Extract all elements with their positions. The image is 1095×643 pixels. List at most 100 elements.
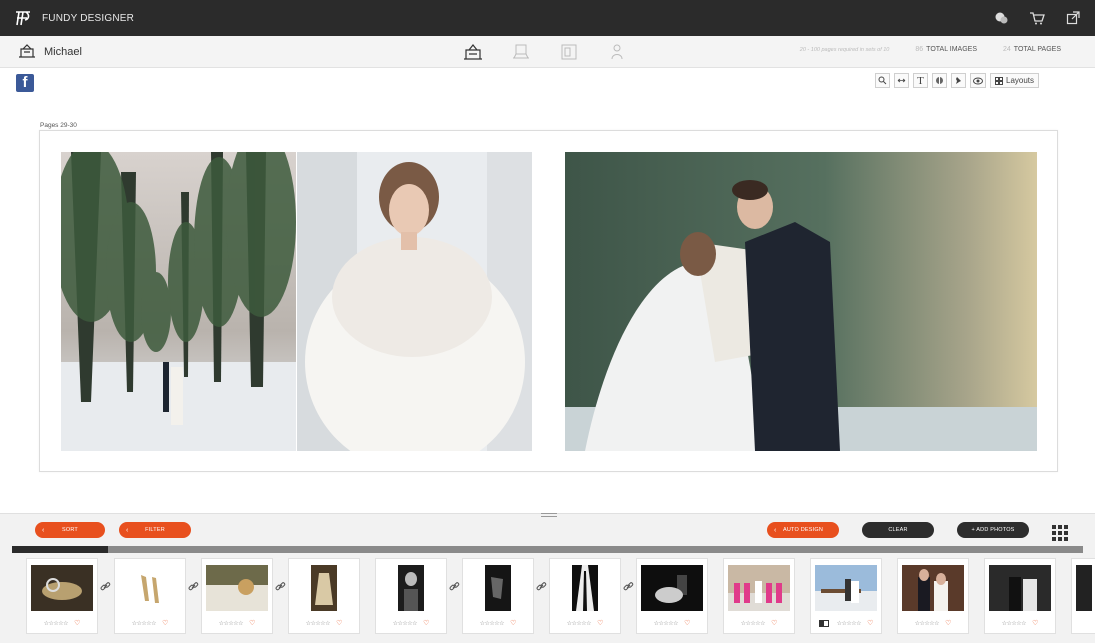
linked-images-icon [99,580,111,592]
thumbnail-image [902,565,964,611]
star-rating[interactable]: ☆☆☆☆☆ [741,620,766,627]
thumbnail-meta: ☆☆☆☆☆ ♡ [811,619,881,627]
zoom-tool-icon[interactable] [875,73,890,88]
spread-photo-forest[interactable] [61,152,296,451]
spread-toolbar: T Layouts [875,73,1040,88]
star-rating[interactable]: ☆☆☆☆☆ [44,620,69,627]
favorite-heart-icon[interactable]: ♡ [162,619,168,627]
preview-eye-icon[interactable] [970,73,986,88]
star-rating[interactable]: ☆☆☆☆☆ [132,620,157,627]
thumbnail-image [641,565,703,611]
text-tool-button[interactable]: T [913,73,928,88]
album-icon[interactable] [463,43,483,61]
thumbnail-rings[interactable]: ☆☆☆☆☆ ♡ [26,558,98,634]
star-rating[interactable]: ☆☆☆☆☆ [306,620,331,627]
chevron-left-icon: ‹ [126,526,129,534]
thumbnail-meta: ☆☆☆☆☆ ♡ [376,619,446,627]
spread-photo-bride[interactable] [297,152,532,451]
favorite-heart-icon[interactable]: ♡ [867,619,873,627]
thumbnail-couple-kiss[interactable]: ☆☆☆☆☆ ♡ [984,558,1056,634]
share-icon[interactable] [607,43,627,61]
star-rating[interactable]: ☆☆☆☆☆ [654,620,679,627]
thumbnail-image [293,565,355,611]
image-used-icon [818,619,829,627]
pin-tool-icon[interactable] [951,73,966,88]
total-pages: 24 TOTAL PAGES [1003,46,1061,53]
thumbnail-partial[interactable] [1071,558,1095,634]
favorite-heart-icon[interactable]: ♡ [597,619,603,627]
thumbnail-image [554,565,616,611]
proof-icon[interactable] [511,43,531,61]
layouts-label: Layouts [1006,76,1035,85]
favorite-heart-icon[interactable]: ♡ [336,619,342,627]
album-owner-icon [18,43,36,60]
auto-design-button[interactable]: ‹ AUTO DESIGN [767,522,839,538]
favorite-heart-icon[interactable]: ♡ [423,619,429,627]
thumbnail-couple-winter[interactable]: ☆☆☆☆☆ ♡ [810,558,882,634]
cart-icon[interactable] [1027,8,1047,28]
layouts-grid-icon [995,76,1003,85]
total-pages-count: 24 [1003,46,1011,53]
thumbnail-meta: ☆☆☆☆☆ ♡ [985,619,1055,627]
thumbnail-meta: ☆☆☆☆☆ ♡ [724,619,794,627]
thumbnail-groom-bw[interactable]: ☆☆☆☆☆ ♡ [375,558,447,634]
thumbnail-couple-portrait[interactable]: ☆☆☆☆☆ ♡ [897,558,969,634]
total-images-label: TOTAL IMAGES [926,46,977,53]
layout-icon[interactable] [559,43,579,61]
sort-button[interactable]: ‹ SORT [35,522,105,538]
favorite-heart-icon[interactable]: ♡ [510,619,516,627]
facebook-icon[interactable]: f [16,74,34,92]
favorite-heart-icon[interactable]: ♡ [945,619,951,627]
star-rating[interactable]: ☆☆☆☆☆ [915,620,940,627]
total-pages-label: TOTAL PAGES [1013,46,1061,53]
thumbnail-meta: ☆☆☆☆☆ ♡ [637,619,707,627]
swap-tool-icon[interactable] [894,73,909,88]
spread-photo-couple[interactable] [565,152,1037,451]
grid-view-icon[interactable] [1052,525,1068,541]
favorite-heart-icon[interactable]: ♡ [771,619,777,627]
album-spread[interactable] [39,130,1058,472]
star-rating[interactable]: ☆☆☆☆☆ [837,620,862,627]
tray-scroll-thumb[interactable] [12,546,109,553]
pages-label: Pages 29-30 [40,122,77,129]
thumbnail-image [728,565,790,611]
thumbnail-groom-detail-bw[interactable]: ☆☆☆☆☆ ♡ [462,558,534,634]
thumbnail-dress[interactable]: ☆☆☆☆☆ ♡ [288,558,360,634]
thumbnail-meta: ☆☆☆☆☆ ♡ [27,619,97,627]
star-rating[interactable]: ☆☆☆☆☆ [219,620,244,627]
thumbnail-shoes[interactable]: ☆☆☆☆☆ ♡ [114,558,186,634]
total-images-count: 86 [915,46,924,53]
layouts-button[interactable]: Layouts [990,73,1040,88]
thumbnail-bridesmaids[interactable]: ☆☆☆☆☆ ♡ [723,558,795,634]
color-tool-icon[interactable] [932,73,947,88]
app-brand: FUNDY DESIGNER [42,12,135,24]
thumbnail-image [380,565,442,611]
add-photos-button[interactable]: + ADD PHOTOS [957,522,1029,538]
resize-handle[interactable] [541,513,557,517]
star-rating[interactable]: ☆☆☆☆☆ [567,620,592,627]
favorite-heart-icon[interactable]: ♡ [249,619,255,627]
thumbnail-bouquet[interactable]: ☆☆☆☆☆ ♡ [201,558,273,634]
sort-label: SORT [62,527,78,533]
thumbnail-meta: ☆☆☆☆☆ ♡ [898,619,968,627]
support-icon[interactable] [991,8,1011,28]
thumbnail-couple-bw[interactable]: ☆☆☆☆☆ ♡ [636,558,708,634]
star-rating[interactable]: ☆☆☆☆☆ [393,620,418,627]
tray-scrollbar[interactable] [12,546,1083,553]
app-header: FUNDY DESIGNER [0,0,1095,36]
thumbnail-image [206,565,268,611]
thumbnail-meta: ☆☆☆☆☆ ♡ [463,619,533,627]
linked-images-icon [187,580,199,592]
favorite-heart-icon[interactable]: ♡ [1032,619,1038,627]
favorite-heart-icon[interactable]: ♡ [684,619,690,627]
thumbnail-image [815,565,877,611]
filter-button[interactable]: ‹ FILTER [119,522,191,538]
star-rating[interactable]: ☆☆☆☆☆ [480,620,505,627]
thumbnail-meta: ☆☆☆☆☆ ♡ [202,619,272,627]
clear-button[interactable]: CLEAR [862,522,934,538]
thumbnail-groom-suit-bw[interactable]: ☆☆☆☆☆ ♡ [549,558,621,634]
external-link-icon[interactable] [1063,8,1083,28]
star-rating[interactable]: ☆☆☆☆☆ [1002,620,1027,627]
favorite-heart-icon[interactable]: ♡ [74,619,80,627]
thumbnail-image [467,565,529,611]
